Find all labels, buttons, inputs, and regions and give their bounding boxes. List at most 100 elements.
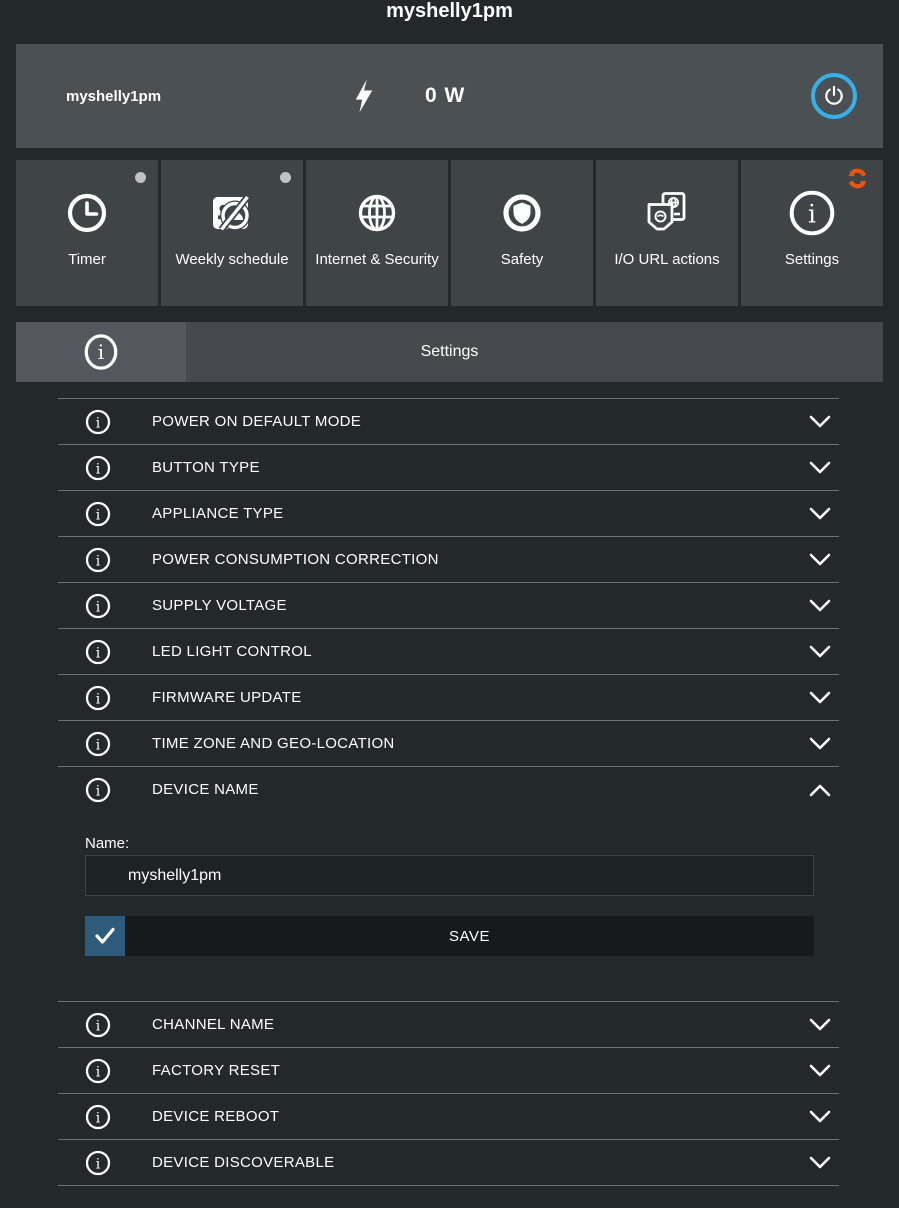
settings-section-title: POWER CONSUMPTION CORRECTION (152, 551, 439, 568)
settings-section-title: SUPPLY VOLTAGE (152, 597, 287, 614)
info-icon: i (85, 547, 111, 573)
svg-text:i: i (808, 199, 816, 228)
save-button[interactable]: SAVE (125, 916, 814, 956)
lightning-bolt-icon (351, 78, 377, 114)
chevron-down-icon (809, 553, 831, 567)
device-card: myshelly1pm 0 W (16, 44, 883, 148)
chevron-down-icon (809, 1064, 831, 1078)
tab-label: Weekly schedule (169, 251, 294, 269)
settings-section-led-light-control[interactable]: i LED LIGHT CONTROL (58, 628, 839, 674)
settings-section-device-discoverable[interactable]: i DEVICE DISCOVERABLE (58, 1139, 839, 1185)
settings-section-title: TIME ZONE AND GEO-LOCATION (152, 735, 395, 752)
tab-internet-security[interactable]: Internet & Security (306, 160, 448, 306)
svg-text:i: i (96, 1156, 101, 1172)
settings-sections-top: i POWER ON DEFAULT MODE i BUTTON TYPE (58, 398, 839, 766)
settings-section-device-name[interactable]: i DEVICE NAME (58, 766, 839, 812)
svg-text:i: i (96, 1018, 101, 1034)
settings-section-channel-name[interactable]: i CHANNEL NAME (58, 1001, 839, 1047)
chevron-down-icon (809, 599, 831, 613)
chevron-down-icon (809, 415, 831, 429)
svg-text:i: i (96, 737, 101, 753)
chevron-down-icon (809, 1156, 831, 1170)
info-icon: i (85, 777, 111, 803)
chevron-down-icon (809, 691, 831, 705)
tab-safety[interactable]: Safety (451, 160, 593, 306)
globe-icon (353, 186, 401, 240)
info-icon: i (85, 731, 111, 757)
svg-text:i: i (96, 691, 101, 707)
settings-section-supply-voltage[interactable]: i SUPPLY VOLTAGE (58, 582, 839, 628)
settings-section-title: FIRMWARE UPDATE (152, 689, 302, 706)
save-row: SAVE (85, 916, 814, 956)
io-url-actions-icon (643, 186, 691, 240)
info-icon: i (85, 1012, 111, 1038)
settings-panel-header: i Settings (16, 322, 883, 382)
info-icon: i (85, 455, 111, 481)
page-title: myshelly1pm (0, 0, 899, 24)
settings-section-title: APPLIANCE TYPE (152, 505, 283, 522)
tab-settings[interactable]: i Settings (741, 160, 883, 306)
calendar-disabled-icon (207, 186, 257, 240)
chevron-down-icon (809, 1110, 831, 1124)
svg-text:i: i (96, 415, 101, 431)
settings-accordion: i POWER ON DEFAULT MODE i BUTTON TYPE (58, 398, 839, 1186)
save-checkbox[interactable] (85, 916, 125, 956)
settings-section-factory-reset[interactable]: i FACTORY RESET (58, 1047, 839, 1093)
tab-label: Internet & Security (309, 251, 444, 269)
refresh-icon[interactable] (847, 168, 868, 189)
notification-dot (280, 172, 291, 183)
settings-section-button-type[interactable]: i BUTTON TYPE (58, 444, 839, 490)
info-icon: i (85, 639, 111, 665)
svg-text:i: i (96, 553, 101, 569)
settings-section-title: POWER ON DEFAULT MODE (152, 413, 361, 430)
svg-text:i: i (96, 1064, 101, 1080)
chevron-down-icon (809, 1018, 831, 1032)
svg-text:i: i (96, 507, 101, 523)
tab-i-o-url-actions[interactable]: I/O URL actions (596, 160, 738, 306)
tab-weekly-schedule[interactable]: Weekly schedule (161, 160, 303, 306)
tab-label: Safety (495, 251, 550, 269)
info-icon: i (787, 186, 837, 240)
svg-text:i: i (96, 645, 101, 661)
info-icon: i (82, 332, 120, 372)
settings-panel-header-bar (186, 322, 883, 382)
settings-section-firmware-update[interactable]: i FIRMWARE UPDATE (58, 674, 839, 720)
checkmark-icon (94, 926, 116, 946)
svg-text:i: i (96, 461, 101, 477)
settings-section-title: FACTORY RESET (152, 1062, 280, 1079)
tab-label: Timer (62, 251, 112, 269)
power-icon (821, 83, 847, 109)
info-icon: i (85, 501, 111, 527)
info-icon: i (85, 593, 111, 619)
device-name-input[interactable] (85, 855, 814, 896)
settings-sections-bottom: i CHANNEL NAME i FACTORY RESET (58, 1001, 839, 1186)
notification-dot (135, 172, 146, 183)
settings-section-appliance-type[interactable]: i APPLIANCE TYPE (58, 490, 839, 536)
settings-panel-header-icon-box: i (16, 322, 186, 382)
settings-section-power-consumption-correction[interactable]: i POWER CONSUMPTION CORRECTION (58, 536, 839, 582)
chevron-down-icon (809, 737, 831, 751)
settings-section-power-on-default-mode[interactable]: i POWER ON DEFAULT MODE (58, 398, 839, 444)
chevron-down-icon (809, 507, 831, 521)
settings-section-title: DEVICE NAME (152, 781, 259, 798)
svg-text:i: i (96, 783, 101, 799)
power-toggle-button[interactable] (811, 73, 857, 119)
settings-section-title: LED LIGHT CONTROL (152, 643, 312, 660)
settings-section-time-zone-and-geo-location[interactable]: i TIME ZONE AND GEO-LOCATION (58, 720, 839, 766)
info-icon: i (85, 1104, 111, 1130)
info-icon: i (85, 1058, 111, 1084)
chevron-down-icon (809, 461, 831, 475)
settings-section-title: DEVICE REBOOT (152, 1108, 279, 1125)
name-field-label: Name: (85, 812, 814, 855)
tab-label: I/O URL actions (608, 251, 725, 269)
chevron-up-icon (809, 783, 831, 797)
info-icon: i (85, 409, 111, 435)
svg-text:i: i (96, 599, 101, 615)
device-name-label: myshelly1pm (66, 88, 351, 105)
settings-section-device-reboot[interactable]: i DEVICE REBOOT (58, 1093, 839, 1139)
tab-timer[interactable]: Timer (16, 160, 158, 306)
device-name-panel: Name: SAVE (58, 812, 839, 1001)
settings-section-title: BUTTON TYPE (152, 459, 260, 476)
svg-text:i: i (98, 340, 104, 364)
info-icon: i (85, 1150, 111, 1176)
